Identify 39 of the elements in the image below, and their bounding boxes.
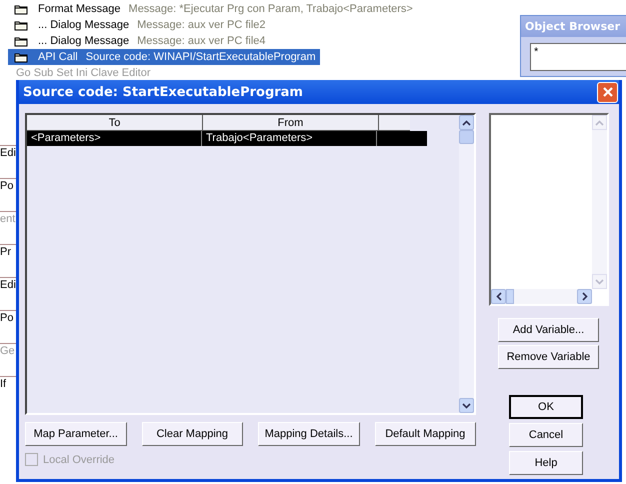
scroll-left-button[interactable] [491, 289, 506, 304]
mapping-button[interactable]: Clear Mapping [142, 422, 243, 446]
checkbox-label: Local Override [43, 454, 115, 466]
tree-item[interactable]: ... Dialog Message Message: aux ver PC file2 [8, 17, 270, 33]
variable-button[interactable]: Add Variable... [498, 318, 599, 342]
table-row[interactable]: <Parameters> Trabajo<Parameters> [27, 131, 427, 146]
dialog-button[interactable]: Cancel [509, 423, 583, 447]
chevron-icon [462, 402, 471, 408]
dialog-button[interactable]: OK [509, 395, 583, 419]
variable-button[interactable]: Remove Variable [498, 345, 599, 369]
scroll-thumb[interactable] [506, 289, 514, 304]
chevron-icon [595, 120, 604, 126]
folder-icon [14, 20, 28, 30]
close-button[interactable] [597, 82, 618, 102]
folder-icon [14, 4, 28, 14]
mapping-button[interactable]: Default Mapping [374, 422, 476, 446]
mapping-button[interactable]: Mapping Details... [258, 422, 360, 446]
tree-item[interactable]: API Call Source code: WINAPI/StartExecutableProgram [8, 49, 320, 65]
chevron-icon [496, 292, 502, 301]
close-icon [600, 85, 614, 99]
tree-item[interactable]: Format Message Message: *Ejecutar Prg con Param, Trabajo<Parameters> [8, 1, 417, 17]
variable-list[interactable] [489, 113, 609, 306]
scroll-thumb[interactable] [459, 130, 474, 144]
column-header[interactable]: To [27, 115, 203, 131]
filter-field[interactable]: * [530, 43, 626, 71]
panel-title: Object Browser [521, 16, 626, 37]
scroll-up-button[interactable] [459, 115, 474, 130]
tree-item[interactable]: ... Dialog Message Message: aux ver PC file4 [8, 33, 270, 49]
dialog-button[interactable]: Help [509, 451, 583, 475]
scroll-down-button[interactable] [459, 398, 474, 413]
mapping-button[interactable]: Map Parameter... [25, 422, 126, 446]
scrollbar[interactable] [459, 115, 474, 413]
folder-icon [14, 52, 28, 62]
window-title: Source code: StartExecutableProgram [23, 84, 303, 100]
column-header[interactable]: From [203, 115, 379, 131]
folder-icon [14, 36, 28, 46]
chevron-icon [462, 120, 471, 126]
scroll-right-button[interactable] [577, 289, 592, 304]
column-header[interactable] [379, 115, 410, 131]
